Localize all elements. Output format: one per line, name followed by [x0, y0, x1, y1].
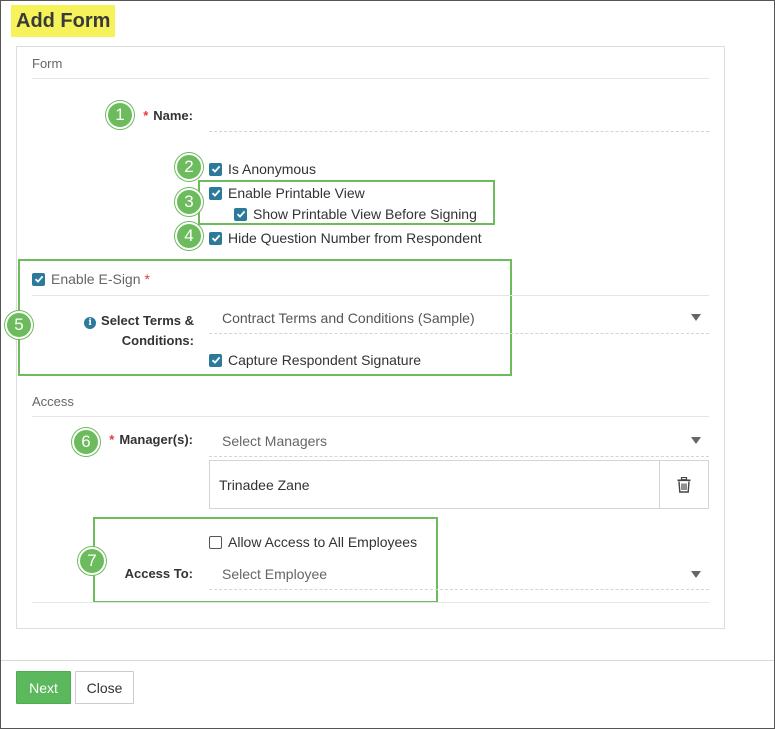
annotation-badge-6: 6: [72, 428, 100, 456]
access-to-select-underline: [209, 589, 709, 590]
show-printable-before-signing-checkbox[interactable]: [234, 207, 247, 221]
managers-select-placeholder: Select Managers: [222, 433, 328, 449]
checkmark-icon: [236, 210, 245, 218]
trash-icon: [677, 476, 691, 493]
hide-question-number-checkbox[interactable]: [209, 231, 222, 245]
name-label: * Name:: [120, 108, 193, 123]
terms-select-underline: [209, 333, 709, 334]
is-anonymous-label: Is Anonymous: [228, 161, 316, 177]
name-input[interactable]: [209, 104, 709, 128]
terms-label: i Select Terms & Conditions:: [60, 311, 194, 351]
manager-list-item: Trinadee Zane: [209, 460, 709, 509]
is-anonymous-option[interactable]: Is Anonymous: [209, 161, 316, 177]
annotation-badge-4: 4: [175, 222, 203, 250]
annotation-badge-2: 2: [175, 153, 203, 181]
enable-esign-label: Enable E-Sign: [51, 271, 141, 287]
capture-signature-option[interactable]: Capture Respondent Signature: [209, 352, 421, 368]
enable-esign-checkbox[interactable]: [32, 272, 45, 286]
managers-select[interactable]: Select Managers: [209, 428, 709, 454]
terms-label-line1-wrap: i Select Terms &: [60, 311, 194, 331]
esign-divider: [32, 295, 709, 296]
caret-down-icon[interactable]: [691, 571, 701, 578]
terms-label-line1: Select Terms &: [101, 313, 194, 328]
terms-label-line2: Conditions:: [121, 333, 194, 348]
access-to-select[interactable]: Select Employee: [209, 561, 709, 587]
allow-all-employees-checkbox[interactable]: [209, 535, 222, 549]
enable-printable-view-option[interactable]: Enable Printable View: [209, 185, 365, 201]
access-section-divider: [32, 416, 709, 417]
access-section-title: Access: [32, 394, 74, 409]
required-asterisk: *: [144, 271, 150, 287]
required-asterisk: *: [109, 432, 115, 447]
enable-printable-view-label: Enable Printable View: [228, 185, 365, 201]
name-input-underline: [209, 131, 709, 132]
footer-divider: [1, 660, 774, 661]
checkmark-icon: [211, 165, 220, 173]
checkmark-icon: [34, 275, 43, 283]
allow-all-employees-label: Allow Access to All Employees: [228, 534, 418, 550]
annotation-highlight-access: [93, 517, 438, 603]
form-section-divider: [32, 78, 709, 79]
capture-signature-checkbox[interactable]: [209, 353, 222, 367]
show-printable-before-signing-option[interactable]: Show Printable View Before Signing: [234, 206, 477, 222]
page-title: Add Form: [11, 5, 116, 37]
required-asterisk: *: [143, 108, 149, 123]
access-to-label: Access To:: [124, 566, 193, 581]
info-icon[interactable]: i: [84, 317, 97, 329]
name-label-text: Name:: [153, 108, 193, 123]
managers-label: * Manager(s):: [100, 432, 193, 447]
managers-label-text: Manager(s):: [119, 432, 193, 447]
access-to-select-placeholder: Select Employee: [222, 566, 328, 582]
checkmark-icon: [211, 189, 220, 197]
hide-question-number-label: Hide Question Number from Respondent: [228, 230, 482, 246]
caret-down-icon[interactable]: [691, 314, 701, 321]
checkmark-icon: [211, 356, 220, 364]
enable-printable-view-checkbox[interactable]: [209, 186, 222, 200]
allow-all-employees-option[interactable]: Allow Access to All Employees: [209, 534, 417, 550]
access-bottom-divider: [32, 602, 709, 603]
caret-down-icon[interactable]: [691, 437, 701, 444]
hide-question-number-option[interactable]: Hide Question Number from Respondent: [209, 230, 482, 246]
next-button[interactable]: Next: [16, 671, 71, 704]
enable-esign-option[interactable]: Enable E-Sign *: [32, 271, 150, 287]
show-printable-before-signing-label: Show Printable View Before Signing: [253, 206, 477, 222]
terms-select-value: Contract Terms and Conditions (Sample): [222, 310, 475, 326]
managers-select-underline: [209, 456, 709, 457]
is-anonymous-checkbox[interactable]: [209, 162, 222, 176]
terms-select[interactable]: Contract Terms and Conditions (Sample): [209, 304, 709, 332]
annotation-badge-3: 3: [175, 188, 203, 216]
close-button[interactable]: Close: [75, 671, 134, 704]
capture-signature-label: Capture Respondent Signature: [228, 352, 422, 368]
form-section-title: Form: [32, 56, 63, 71]
manager-name: Trinadee Zane: [219, 477, 310, 493]
delete-manager-button[interactable]: [659, 461, 708, 508]
annotation-badge-5: 5: [5, 311, 33, 339]
checkmark-icon: [211, 234, 220, 242]
